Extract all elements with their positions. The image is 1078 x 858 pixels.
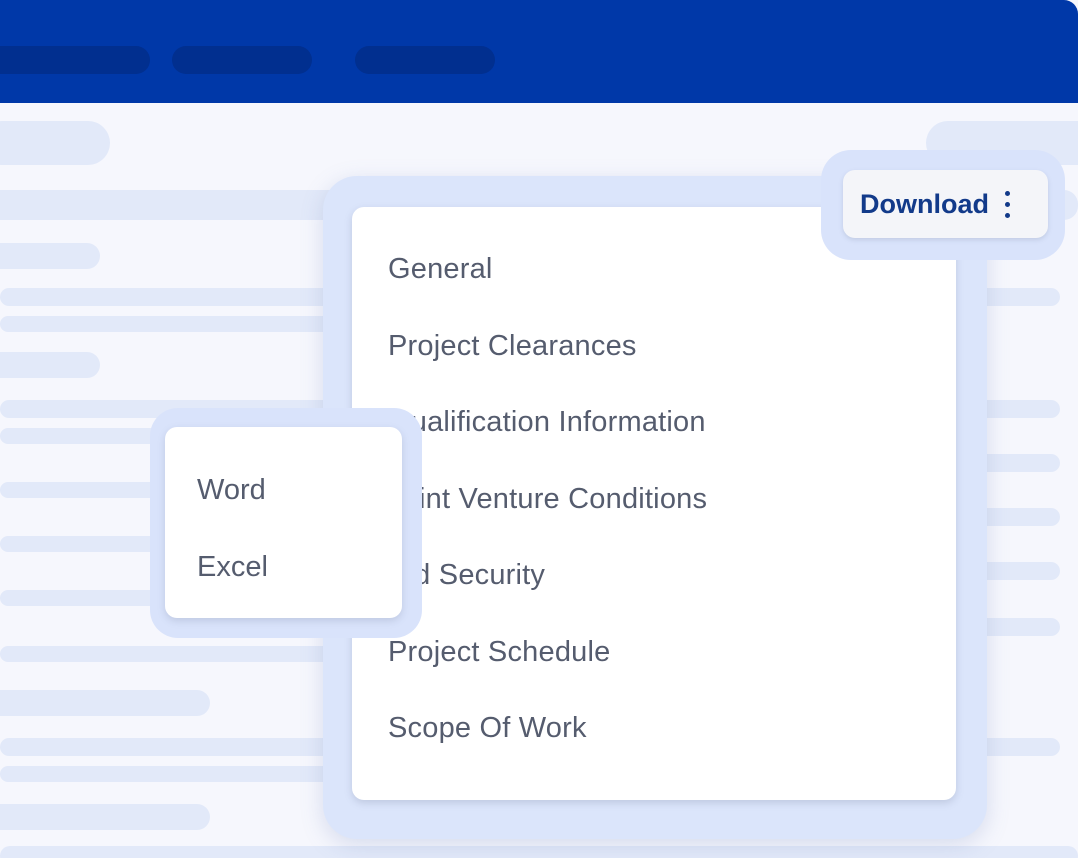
menu-item-scope-of-work[interactable]: Scope Of Work <box>388 706 707 783</box>
format-item-word[interactable]: Word <box>197 470 268 547</box>
menu-item-project-schedule[interactable]: Project Schedule <box>388 630 707 707</box>
menu-item-bid-security[interactable]: Bid Security <box>388 553 707 630</box>
format-item-excel[interactable]: Excel <box>197 547 268 624</box>
download-button[interactable]: Download <box>843 170 1048 238</box>
menu-item-joint-venture-conditions[interactable]: Joint Venture Conditions <box>388 477 707 554</box>
download-button-label: Download <box>860 188 989 219</box>
menu-item-qualification-information[interactable]: Qualification Information <box>388 400 707 477</box>
top-header <box>0 0 1078 103</box>
menu-item-general[interactable]: General <box>388 247 707 324</box>
nav-placeholder <box>355 46 495 74</box>
format-list: Word Excel <box>197 470 268 624</box>
menu-item-project-clearances[interactable]: Project Clearances <box>388 324 707 401</box>
download-dropdown-menu: General Project Clearances Qualification… <box>352 207 956 800</box>
nav-placeholder <box>0 46 150 74</box>
more-vertical-icon <box>1005 190 1010 218</box>
format-submenu: Word Excel <box>165 427 402 618</box>
nav-placeholder <box>172 46 312 74</box>
dropdown-list: General Project Clearances Qualification… <box>388 247 707 783</box>
